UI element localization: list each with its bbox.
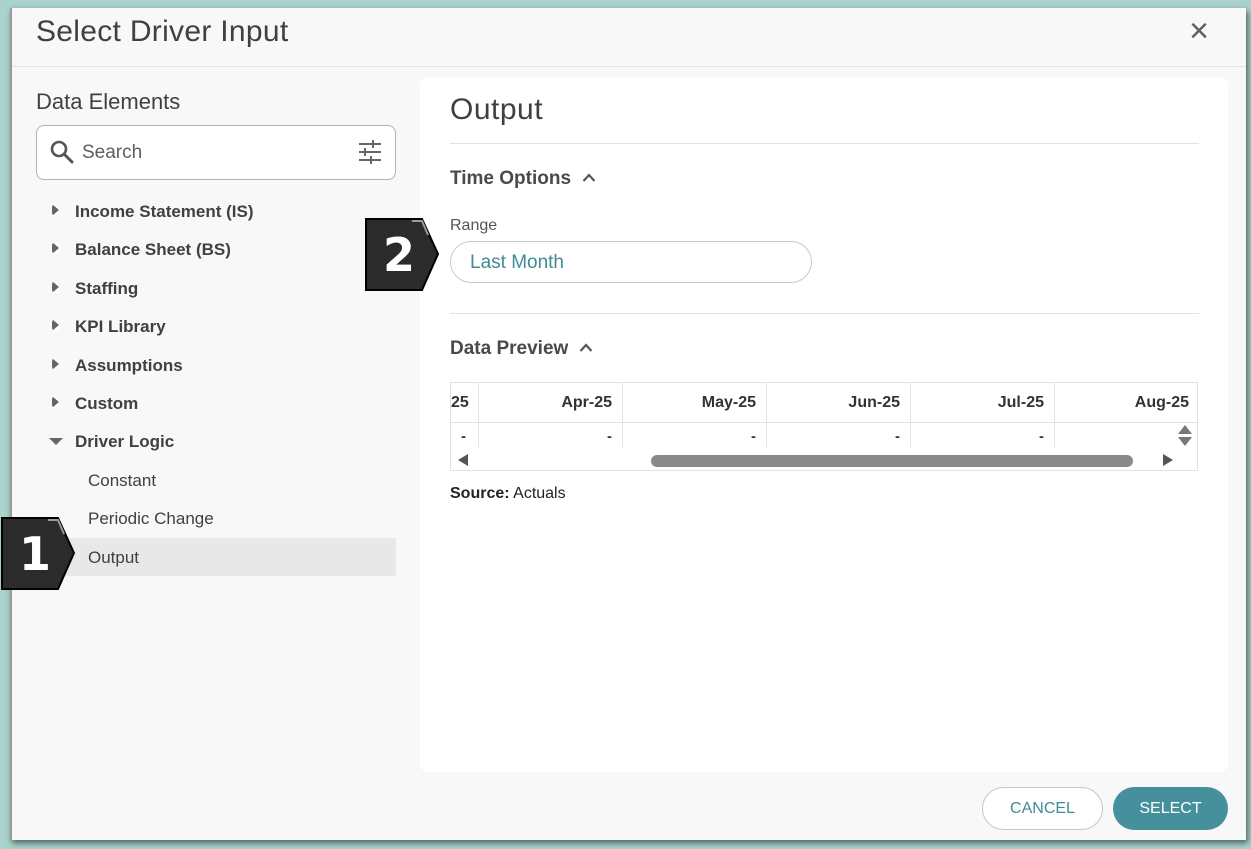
caret-down-icon[interactable] <box>49 438 63 446</box>
column-header: Jul-25 <box>911 383 1055 423</box>
table-cell: - <box>623 423 767 447</box>
select-button[interactable]: SELECT <box>1113 787 1228 830</box>
chevron-up-icon[interactable] <box>582 173 596 182</box>
tree-item-assumptions[interactable]: Assumptions <box>12 346 396 384</box>
tree-item-label: Balance Sheet (BS) <box>75 240 231 260</box>
divider <box>450 143 1199 144</box>
caret-right-icon[interactable] <box>52 319 59 332</box>
tree-item-label: Periodic Change <box>88 509 214 529</box>
cancel-button[interactable]: CANCEL <box>982 787 1103 830</box>
search-input[interactable] <box>82 136 342 170</box>
range-value: Last Month <box>470 252 564 273</box>
table-header-row: 25 Apr-25 May-25 Jun-25 Jul-25 Aug-25 <box>451 383 1197 423</box>
source-info: Source: Actuals <box>450 485 566 503</box>
table-cell: - <box>479 423 623 447</box>
scroll-up-icon[interactable] <box>1178 425 1192 434</box>
close-icon[interactable]: × <box>1184 14 1214 48</box>
column-header: Apr-25 <box>479 383 623 423</box>
table-row: - - - - - <box>451 423 1197 447</box>
column-header: Jun-25 <box>767 383 911 423</box>
output-panel: Output Time Options Range Last Month Dat… <box>420 77 1228 772</box>
column-header: May-25 <box>623 383 767 423</box>
tree-item-label: Output <box>88 547 140 567</box>
source-value: Actuals <box>513 485 566 502</box>
caret-right-icon[interactable] <box>52 204 59 216</box>
caret-right-icon[interactable] <box>52 242 59 255</box>
tree-item-label: KPI Library <box>75 317 166 337</box>
scrollbar-thumb[interactable] <box>651 455 1133 467</box>
callout-badge-1: 1 <box>1 517 76 590</box>
dialog-title: Select Driver Input <box>36 15 289 48</box>
callout-number: 2 <box>383 228 415 282</box>
range-select[interactable]: Last Month <box>450 241 812 283</box>
horizontal-scrollbar[interactable] <box>451 449 1197 469</box>
dialog-header: Select Driver Input × <box>12 8 1246 67</box>
data-elements-title: Data Elements <box>36 89 181 114</box>
callout-badge-2: 2 <box>365 218 440 291</box>
tree-item-label: Constant <box>88 470 157 490</box>
caret-right-icon[interactable] <box>52 395 59 408</box>
callout-number: 1 <box>19 527 51 581</box>
tree-item-kpi-library[interactable]: KPI Library <box>12 307 396 345</box>
search-box[interactable] <box>36 125 396 180</box>
tree-item-driver-logic[interactable]: Driver Logic <box>12 422 396 460</box>
chevron-up-icon[interactable] <box>579 343 593 352</box>
tree-item-label: Income Statement (IS) <box>75 202 254 221</box>
filter-sliders-icon[interactable] <box>357 139 383 165</box>
search-icon <box>50 140 74 164</box>
caret-right-icon[interactable] <box>52 357 59 370</box>
tree-item-income-statement[interactable]: Income Statement (IS) <box>12 192 396 230</box>
scroll-down-icon[interactable] <box>1178 437 1192 446</box>
tree-item-label: Driver Logic <box>75 432 175 452</box>
time-options-heading[interactable]: Time Options <box>450 168 571 190</box>
scroll-left-icon[interactable] <box>458 454 468 466</box>
tree-item-label: Assumptions <box>75 355 183 375</box>
table-cell <box>1055 423 1197 447</box>
tree-item-balance-sheet[interactable]: Balance Sheet (BS) <box>12 230 396 268</box>
tree-item-label: Staffing <box>75 278 139 298</box>
tree-item-label: Custom <box>75 393 139 413</box>
column-header: Aug-25 <box>1134 394 1189 411</box>
table-cell: - <box>911 423 1055 447</box>
divider <box>450 313 1199 314</box>
scroll-right-icon[interactable] <box>1163 454 1173 466</box>
data-preview-heading[interactable]: Data Preview <box>450 338 568 360</box>
source-label: Source: <box>450 485 510 502</box>
select-driver-input-dialog: Select Driver Input × Data Elements Inco… <box>10 8 1246 840</box>
column-header: 25 <box>451 383 479 423</box>
data-elements-panel: Data Elements Income Statement (IS) <box>12 67 412 840</box>
table-cell: - <box>767 423 911 447</box>
tree-item-custom[interactable]: Custom <box>12 384 396 422</box>
table-cell: - <box>451 423 479 447</box>
range-label: Range <box>450 217 498 234</box>
tree-item-staffing[interactable]: Staffing <box>12 269 396 307</box>
data-preview-table: 25 Apr-25 May-25 Jun-25 Jul-25 Aug-25 - … <box>450 382 1198 471</box>
caret-right-icon[interactable] <box>52 280 59 293</box>
tree-item-constant[interactable]: Constant <box>12 461 396 499</box>
output-title: Output <box>450 93 544 126</box>
